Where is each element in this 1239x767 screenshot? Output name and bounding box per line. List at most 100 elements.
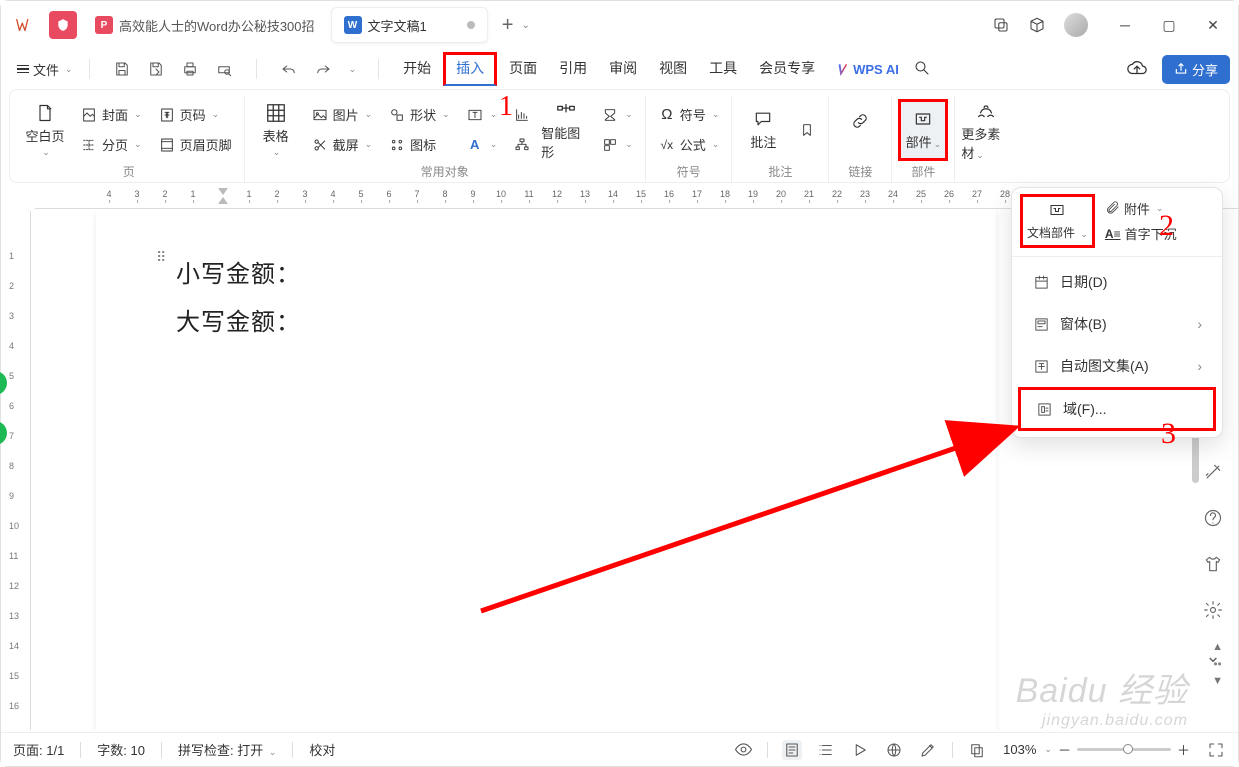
duplicate-icon[interactable] [967, 740, 987, 760]
group-label-common: 常用对象 [421, 163, 469, 182]
symbol-button[interactable]: Ω符号⌄ [652, 101, 726, 129]
print-preview-icon[interactable] [214, 59, 234, 79]
save-icon[interactable] [112, 59, 132, 79]
dropcap-button[interactable]: A≡首字下沉 [1105, 224, 1177, 243]
more1-button[interactable]: ⌄ [595, 101, 639, 129]
bookmark-button[interactable] [792, 116, 822, 144]
parts-button[interactable]: 部件⌄ [898, 99, 948, 161]
attach-button[interactable]: 附件⌄ [1105, 199, 1177, 218]
document-line-2[interactable]: 大写金额： [176, 299, 996, 347]
label: 部件 [906, 135, 932, 150]
zoom-in-icon[interactable]: ＋ [1177, 740, 1190, 759]
cloud-upload-icon[interactable] [1126, 57, 1148, 82]
cube-icon[interactable] [1028, 16, 1046, 34]
zoom-control[interactable]: 103%⌄ － ＋ [1003, 740, 1190, 759]
hyperlink-button[interactable]: . [835, 99, 885, 161]
undo-icon[interactable] [279, 59, 299, 79]
outline-view-icon[interactable] [816, 740, 836, 760]
group-label-material [985, 166, 988, 182]
parts-icon [912, 108, 934, 130]
tab-view[interactable]: 视图 [649, 52, 697, 86]
table-button[interactable]: 表格⌄ [251, 99, 301, 161]
tab-page[interactable]: 页面 [499, 52, 547, 86]
omega-icon: Ω [658, 106, 676, 124]
tab-references[interactable]: 引用 [549, 52, 597, 86]
tab-home[interactable]: 开始 [393, 52, 441, 86]
document-line-1[interactable]: 小写金额： [176, 251, 996, 299]
print-icon[interactable] [180, 59, 200, 79]
minimize-button[interactable]: ─ [1108, 11, 1142, 39]
page-view-icon[interactable] [782, 740, 802, 760]
menu-date[interactable]: 日期(D) [1018, 261, 1216, 303]
redo-icon[interactable] [313, 59, 333, 79]
menu-autotext[interactable]: 自动图文集(A) › [1018, 345, 1216, 387]
tab-tools[interactable]: 工具 [699, 52, 747, 86]
edit-icon[interactable] [918, 740, 938, 760]
modified-dot-icon [467, 21, 475, 29]
tab-member[interactable]: 会员专享 [749, 52, 825, 86]
tab-document-2[interactable]: W 文字文稿1 [331, 7, 488, 43]
statusbar: 页面: 1/1 字数: 10 拼写检查: 打开 ⌄ 校对 103%⌄ － ＋ [1, 732, 1238, 766]
next-page-icon[interactable]: ▼ [1212, 675, 1223, 687]
clothes-icon[interactable] [1202, 553, 1224, 575]
smartart-button[interactable]: 智能图形 [541, 99, 591, 161]
tab-insert[interactable]: 插入 [443, 52, 497, 86]
shape-button[interactable]: 形状⌄ [382, 101, 456, 129]
play-icon[interactable] [850, 740, 870, 760]
section-button[interactable]: 分页⌄ [74, 131, 148, 159]
fullscreen-icon[interactable] [1206, 740, 1226, 760]
icon-button[interactable]: 图标 [382, 131, 456, 159]
comment-button[interactable]: 批注 [738, 99, 788, 161]
search-icon[interactable] [913, 59, 931, 80]
screenshot-button[interactable]: 截屏⌄ [305, 131, 379, 159]
zoom-out-icon[interactable]: － [1058, 740, 1071, 759]
status-spellcheck[interactable]: 拼写检查: 打开 ⌄ [178, 740, 276, 759]
tab-review[interactable]: 审阅 [599, 52, 647, 86]
wps-ai-button[interactable]: WPS AI [835, 62, 899, 77]
blank-page-button[interactable]: 空白页⌄ [20, 99, 70, 161]
magic-icon[interactable] [1202, 461, 1224, 483]
tab-list-button[interactable]: ⌄ [521, 20, 529, 31]
file-menu[interactable]: 文件 ⌄ [9, 56, 81, 83]
shape-icon [388, 106, 406, 124]
settings-icon[interactable] [1202, 599, 1224, 621]
new-tab-button[interactable]: + [502, 14, 514, 37]
zoom-slider[interactable] [1077, 748, 1171, 751]
indent-marker-icon[interactable] [217, 187, 229, 205]
close-button[interactable]: ✕ [1196, 11, 1230, 39]
shield-button[interactable] [49, 11, 77, 39]
status-words[interactable]: 字数: 10 [97, 740, 145, 759]
nav-dots-icon[interactable]: •• [1213, 657, 1221, 671]
popup-doc-parts-button[interactable]: 文档部件 ⌄ [1020, 194, 1095, 248]
page-number-button[interactable]: 页码⌄ [152, 101, 238, 129]
chart-button[interactable] [507, 101, 537, 129]
wordart-button[interactable]: A⌄ [460, 131, 504, 159]
status-proof[interactable]: 校对 [309, 740, 335, 759]
tab-document-1[interactable]: P 高效能人士的Word办公秘技300招 [83, 7, 327, 43]
label: 日期(D) [1060, 272, 1107, 292]
share-button[interactable]: 分享 [1162, 55, 1230, 84]
eye-icon[interactable] [733, 740, 753, 760]
menu-field[interactable]: 域(F)... [1018, 387, 1216, 431]
cover-button[interactable]: 封面⌄ [74, 101, 148, 129]
hamburger-icon [17, 65, 29, 74]
header-footer-button[interactable]: 页眉页脚 [152, 131, 238, 159]
equation-button[interactable]: √x公式⌄ [652, 131, 726, 159]
more2-button[interactable]: ⌄ [595, 131, 639, 159]
cover-icon [80, 106, 98, 124]
multiwindow-icon[interactable] [992, 16, 1010, 34]
menu-form[interactable]: 窗体(B) › [1018, 303, 1216, 345]
prev-page-icon[interactable]: ▲ [1212, 641, 1223, 653]
textbox-button[interactable]: ⌄ [460, 101, 504, 129]
move-handle-icon[interactable]: ⠿ [156, 249, 166, 266]
help-icon[interactable] [1202, 507, 1224, 529]
web-view-icon[interactable] [884, 740, 904, 760]
picture-button[interactable]: 图片⌄ [305, 101, 379, 129]
orgchart-button[interactable] [507, 131, 537, 159]
more-material-button[interactable]: 更多素材⌄ [961, 100, 1011, 162]
avatar[interactable] [1064, 13, 1088, 37]
maximize-button[interactable]: ▢ [1152, 11, 1186, 39]
chevron-down-icon[interactable]: ⌄ [349, 64, 357, 75]
save-as-icon[interactable] [146, 59, 166, 79]
status-page[interactable]: 页面: 1/1 [13, 740, 64, 759]
